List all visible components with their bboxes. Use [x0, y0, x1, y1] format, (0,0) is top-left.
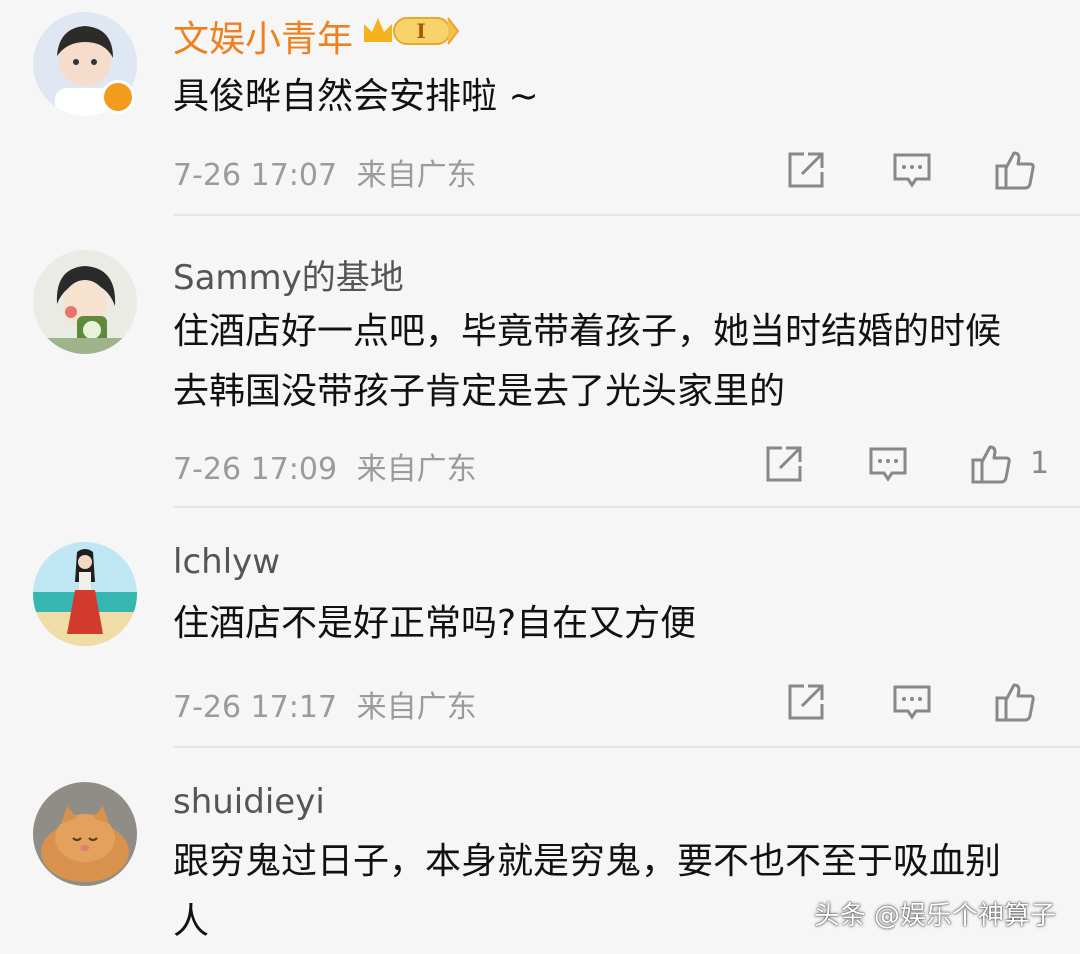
avatar[interactable] [33, 782, 137, 886]
like-count: 1 [1030, 446, 1050, 481]
vip-badge-icon: I [360, 12, 460, 50]
username[interactable]: Sammy的基地 [173, 250, 404, 299]
like-icon[interactable] [994, 148, 1038, 192]
comment-item: 文娱小青年 I 具俊晔自然会安排啦 ~ 7-26 17:07 来自广东 [0, 0, 1080, 216]
like-icon[interactable] [970, 442, 1014, 486]
comment-content: 具俊晔自然会安排啦 ~ [173, 76, 539, 117]
avatar[interactable] [33, 542, 137, 646]
actions [0, 680, 1080, 730]
comment-content: 住酒店不是好正常吗?自在又方便 [173, 603, 697, 644]
username[interactable]: 文娱小青年 [173, 10, 353, 62]
actions [0, 148, 1080, 198]
badge-text: I [416, 19, 425, 43]
reply-icon[interactable] [890, 148, 934, 192]
verified-badge-icon [101, 80, 135, 114]
share-icon[interactable] [784, 148, 828, 192]
share-icon[interactable] [762, 442, 806, 486]
comment-item: Sammy的基地 住酒店好一点吧，毕竟带着孩子，她当时结婚的时候去韩国没带孩子肯… [0, 216, 1080, 508]
username[interactable]: lchlyw [173, 542, 280, 582]
comment-content: 跟穷鬼过日子，本身就是穷鬼，要不也不至于吸血别人 [173, 841, 1002, 942]
avatar[interactable] [33, 250, 137, 354]
watermark: 头条 @娱乐个神算子 [813, 901, 1056, 931]
actions: 1 [0, 442, 1080, 492]
comment-item: lchlyw 住酒店不是好正常吗?自在又方便 7-26 17:17 来自广东 [0, 508, 1080, 748]
like-icon[interactable] [994, 680, 1038, 724]
username[interactable]: shuidieyi [173, 782, 325, 822]
reply-icon[interactable] [890, 680, 934, 724]
reply-icon[interactable] [866, 442, 910, 486]
comment-content: 住酒店好一点吧，毕竟带着孩子，她当时结婚的时候去韩国没带孩子肯定是去了光头家里的 [173, 311, 1002, 412]
share-icon[interactable] [784, 680, 828, 724]
